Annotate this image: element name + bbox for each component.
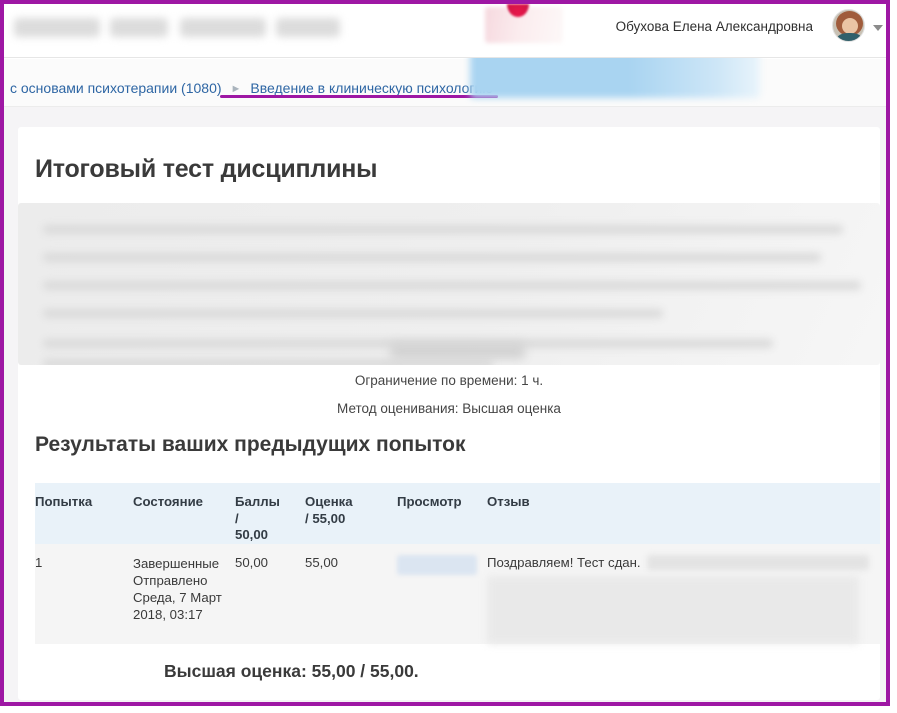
quiz-grading-method: Метод оценивания: Высшая оценка [337, 401, 561, 416]
attempt-number-cell: 1 [35, 554, 43, 570]
grade-max: / 55,00 [305, 510, 346, 526]
nav-item-redacted[interactable] [110, 18, 168, 37]
annotation-underline [220, 95, 498, 98]
column-header-feedback: Отзыв [487, 494, 530, 509]
attempt-grade-cell: 55,00 [305, 554, 339, 570]
moodle-quiz-page: Обухова Елена Александровна с основами п… [0, 0, 897, 713]
marks-label: Баллы [235, 494, 280, 509]
column-header-state: Состояние [133, 494, 204, 509]
redacted-feedback-block [487, 575, 859, 644]
breadcrumb-parent-course-link[interactable]: с основами психотерапии (1080) [10, 80, 222, 96]
nav-item-redacted[interactable] [14, 18, 100, 37]
breadcrumb: с основами психотерапии (1080) ► Введение … [10, 80, 493, 96]
nav-item-redacted[interactable] [276, 18, 340, 37]
attempt-review-cell [385, 544, 477, 644]
top-header-bar: Обухова Елена Александровна [4, 4, 886, 58]
quiz-time-limit: Ограничение по времени: 1 ч. [354, 373, 544, 388]
column-header-review: Просмотр [397, 494, 462, 509]
attempt-row: 1 Завершенные Отправлено Среда, 7 Март 2… [35, 543, 880, 644]
avatar[interactable] [832, 9, 865, 42]
redacted-text-line [43, 281, 861, 290]
attempt-feedback-cell: Поздравляем! Тест сдан. [475, 544, 880, 644]
quiz-description-redacted [18, 203, 880, 365]
final-grade: Высшая оценка: 55,00 / 55,00. [164, 661, 419, 681]
column-header-attempt: Попытка [35, 494, 93, 509]
breadcrumb-current-page-link[interactable]: Введение в клиническую психологию [250, 80, 492, 96]
redacted-text-line [43, 359, 493, 365]
nav-item-redacted[interactable] [180, 18, 266, 37]
quiz-content-card: Итоговый тест дисциплины Ограничение по … [18, 127, 880, 700]
grade-label: Оценка [305, 494, 353, 509]
column-header-grade: Оценка / 55,00 [305, 483, 385, 544]
user-menu-name[interactable]: Обухова Елена Александровна [616, 19, 813, 34]
attempt-state-status: Завершенные [133, 555, 220, 571]
column-header-marks: Баллы / 50,00 [235, 483, 305, 544]
attempts-table-header-row: Попытка Состояние Баллы / 50,00 Оценка /… [35, 483, 880, 544]
page-title: Итоговый тест дисциплины [35, 155, 378, 183]
redacted-text-line [43, 253, 821, 262]
attempt-marks-cell: 50,00 [235, 554, 269, 570]
results-heading: Результаты ваших предыдущих попыток [35, 433, 466, 456]
page-body: Итоговый тест дисциплины Ограничение по … [4, 107, 886, 702]
review-link-redacted[interactable] [397, 554, 477, 575]
attempt-state-submitted: Отправлено Среда, 7 Март 2018, 03:17 [133, 572, 222, 622]
attempts-table: Попытка Состояние Баллы / 50,00 Оценка /… [35, 483, 880, 644]
breadcrumb-separator-icon: ► [230, 83, 242, 95]
avatar-face [842, 18, 858, 34]
redacted-text-line [43, 309, 663, 318]
feedback-text: Поздравляем! Тест сдан. [487, 554, 641, 570]
breadcrumb-bar: с основами психотерапии (1080) ► Введение … [4, 42, 886, 107]
avatar-torso [837, 33, 862, 41]
redacted-text-blob [390, 343, 525, 359]
marks-max: 50,00 [235, 527, 269, 542]
marks-divider: / [235, 510, 239, 526]
redacted-text-line [43, 225, 843, 234]
attempt-state-cell: Завершенные Отправлено Среда, 7 Март 201… [120, 544, 235, 644]
redacted-feedback-inline [646, 554, 869, 570]
chevron-down-icon[interactable] [873, 25, 883, 31]
